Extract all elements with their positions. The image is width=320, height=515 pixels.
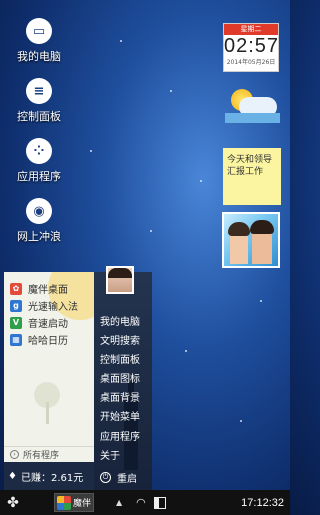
- desktop-icon-label: 我的电脑: [17, 50, 61, 63]
- weather-widget[interactable]: [225, 85, 280, 135]
- program-item-calendar[interactable]: ▦ 哈哈日历: [4, 331, 94, 348]
- earned-amount: 已赚：2.61元: [20, 472, 84, 484]
- clock-date: 2014年05月26日: [226, 59, 276, 66]
- taskbar: ✤ 魔伴 ▲ ◠ 17:12:32: [0, 490, 290, 515]
- clock-widget[interactable]: 星期二 02:57 2014年05月26日: [223, 23, 279, 72]
- photo-hair: [250, 220, 274, 234]
- desktop-icon-control-panel[interactable]: ≡ 控制面板: [8, 78, 70, 124]
- all-programs-label: 所有程序: [23, 451, 60, 461]
- desktop-icon-web[interactable]: ◉ 网上冲浪: [8, 198, 70, 244]
- clock-time: 02:57: [224, 35, 280, 57]
- mobo-desktop-icon: ✿: [10, 282, 22, 295]
- desktop-icon-label: 应用程序: [17, 170, 61, 183]
- avatar[interactable]: [106, 266, 134, 294]
- taskbar-app-mobo[interactable]: 魔伴: [54, 493, 94, 512]
- tree-decoration: [46, 402, 49, 424]
- wifi-icon[interactable]: ◠: [136, 496, 146, 509]
- desktop-icon-apps[interactable]: ⁘ 应用程序: [8, 138, 70, 184]
- program-label: 哈哈日历: [28, 336, 68, 347]
- weather-band: [225, 113, 280, 123]
- menu-item-search[interactable]: 文明搜索: [100, 332, 140, 347]
- menu-item-about[interactable]: 关于: [100, 447, 120, 462]
- start-button[interactable]: ✤: [0, 490, 26, 515]
- chevron-up-icon[interactable]: ▲: [116, 498, 122, 507]
- menu-item-control-panel[interactable]: 控制面板: [100, 351, 140, 366]
- globe-icon: ◉: [26, 198, 52, 224]
- clover-icon: ✤: [7, 494, 19, 511]
- taskbar-app-label: 魔伴: [73, 499, 92, 509]
- calendar-icon: ▦: [10, 333, 22, 346]
- apps-icon: ⁘: [26, 138, 52, 164]
- taskbar-clock[interactable]: 17:12:32: [241, 497, 284, 509]
- computer-icon: ▭: [26, 18, 52, 44]
- clock-day: 星期二: [224, 24, 278, 35]
- restart-button[interactable]: ⏻ 重启: [100, 470, 137, 485]
- program-item-launcher[interactable]: V 音速启动: [4, 314, 94, 331]
- photo-hair: [228, 222, 250, 236]
- earnings-bar: ♦ 已赚：2.61元: [4, 462, 94, 490]
- desktop-icon-my-computer[interactable]: ▭ 我的电脑: [8, 18, 70, 64]
- menu-item-desktop-icons[interactable]: 桌面图标: [100, 370, 140, 385]
- power-icon: ⏻: [100, 472, 111, 483]
- mobo-app-icon: [57, 495, 71, 510]
- arrow-right-icon: ›: [10, 450, 19, 459]
- program-item-input-method[interactable]: g 光速输入法: [4, 297, 94, 314]
- desktop-icon-label: 控制面板: [17, 110, 61, 123]
- menu-item-my-computer[interactable]: 我的电脑: [100, 313, 140, 328]
- start-menu-programs-panel: ✿ 魔伴桌面 g 光速输入法 V 音速启动 ▦ 哈哈日历 › 所有程序: [4, 272, 94, 462]
- desktop-icon-label: 网上冲浪: [17, 230, 61, 243]
- program-label: 音速启动: [28, 319, 68, 330]
- battery-icon[interactable]: [153, 496, 166, 509]
- launcher-icon: V: [10, 316, 22, 329]
- money-bag-icon: ♦: [8, 470, 17, 482]
- control-panel-icon: ≡: [26, 78, 52, 104]
- avatar-hair: [108, 268, 132, 278]
- menu-item-desktop-background[interactable]: 桌面背景: [100, 389, 140, 404]
- program-item-mobo-desktop[interactable]: ✿ 魔伴桌面: [4, 280, 94, 297]
- all-programs-button[interactable]: › 所有程序: [4, 446, 94, 462]
- menu-item-start-menu[interactable]: 开始菜单: [100, 408, 140, 423]
- sticky-note-widget[interactable]: 今天和领导汇报工作: [223, 148, 281, 205]
- restart-label: 重启: [117, 474, 137, 485]
- input-method-icon: g: [10, 299, 22, 312]
- photo-widget[interactable]: [222, 212, 280, 268]
- program-label: 魔伴桌面: [28, 285, 68, 296]
- menu-item-applications[interactable]: 应用程序: [100, 428, 140, 443]
- program-label: 光速输入法: [28, 302, 78, 313]
